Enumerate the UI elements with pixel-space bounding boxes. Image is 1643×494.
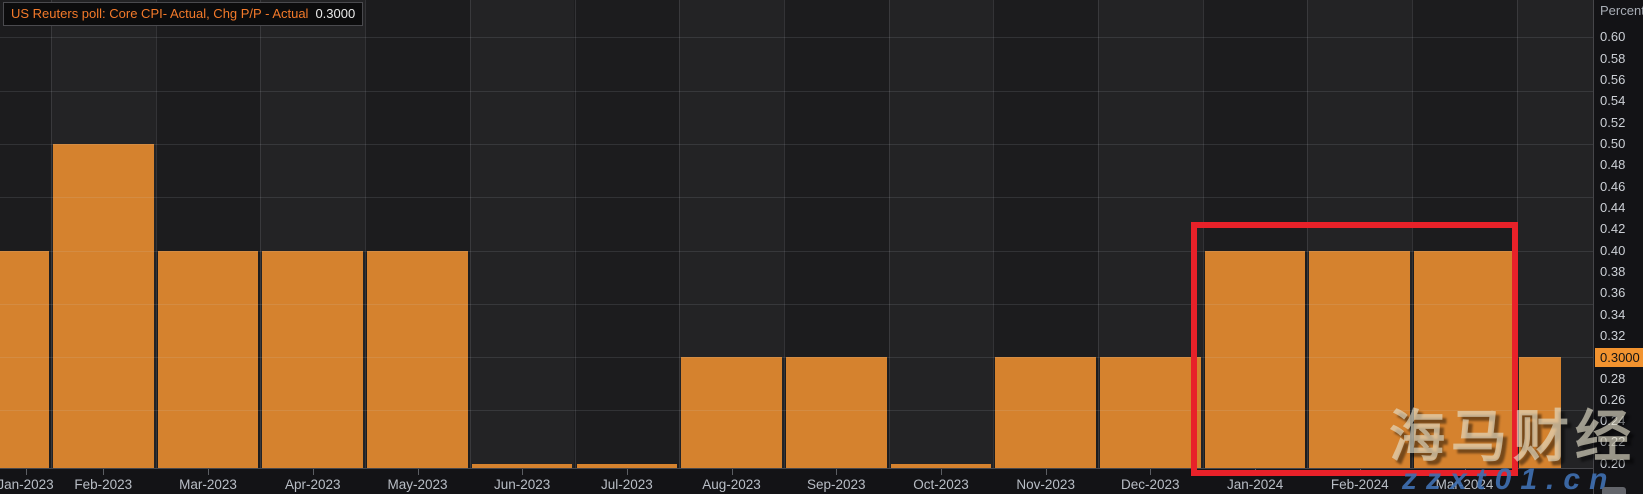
x-axis-tick bbox=[941, 469, 942, 475]
watermark-site: zzxt01.cn bbox=[1402, 463, 1616, 494]
v-gridline bbox=[679, 0, 680, 468]
v-gridline bbox=[470, 0, 471, 468]
y-tick-label: 0.56 bbox=[1600, 72, 1625, 88]
v-gridline bbox=[260, 0, 261, 468]
month-label: Jul-2023 bbox=[601, 477, 653, 492]
series-legend[interactable]: US Reuters poll: Core CPI- Actual, Chg P… bbox=[3, 2, 363, 26]
month-label: Mar-2023 bbox=[179, 477, 237, 492]
y-tick-label: 0.34 bbox=[1600, 307, 1625, 323]
month-label: Apr-2023 bbox=[285, 477, 341, 492]
y-tick-label: 0.46 bbox=[1600, 179, 1625, 195]
y-tick-label: 0.38 bbox=[1600, 264, 1625, 280]
month-label: Sep-2023 bbox=[807, 477, 866, 492]
month-label: Jan-2024 bbox=[1227, 477, 1283, 492]
y-tick-label: 0.36 bbox=[1600, 285, 1625, 301]
y-tick-label: 0.60 bbox=[1600, 29, 1625, 45]
y-tick-label: 0.50 bbox=[1600, 136, 1625, 152]
month-label: Nov-2023 bbox=[1016, 477, 1075, 492]
y-tick-label: 0.44 bbox=[1600, 200, 1625, 216]
bar bbox=[53, 144, 154, 468]
v-gridline bbox=[1098, 0, 1099, 468]
y-tick-label: 0.42 bbox=[1600, 221, 1625, 237]
h-gridline bbox=[0, 197, 1593, 198]
y-tick-label: 0.40 bbox=[1600, 243, 1625, 259]
h-gridline bbox=[0, 144, 1593, 145]
x-axis-tick bbox=[1046, 469, 1047, 475]
x-axis-tick bbox=[627, 469, 628, 475]
y-tick-label: 0.28 bbox=[1600, 371, 1625, 387]
month-label: Dec-2023 bbox=[1121, 477, 1180, 492]
y-tick-label: 0.32 bbox=[1600, 328, 1625, 344]
x-axis-tick bbox=[732, 469, 733, 475]
month-label: Feb-2023 bbox=[74, 477, 132, 492]
series-legend-label: US Reuters poll: Core CPI- Actual, Chg P… bbox=[11, 6, 308, 21]
watermark-cn: 海马财经 bbox=[1389, 392, 1637, 473]
x-axis-tick bbox=[208, 469, 209, 475]
bar bbox=[681, 357, 782, 468]
scrollbar-chip[interactable] bbox=[1602, 487, 1626, 494]
month-label: May-2023 bbox=[387, 477, 447, 492]
bar bbox=[1100, 357, 1201, 468]
bar bbox=[786, 357, 887, 468]
month-column bbox=[470, 0, 575, 468]
series-legend-value: 0.3000 bbox=[315, 6, 355, 21]
bar bbox=[158, 251, 259, 469]
v-gridline bbox=[889, 0, 890, 468]
v-gridline bbox=[365, 0, 366, 468]
h-gridline bbox=[0, 91, 1593, 92]
x-axis-tick bbox=[836, 469, 837, 475]
x-axis-tick bbox=[418, 469, 419, 475]
x-axis-tick bbox=[313, 469, 314, 475]
month-label: Jan-2023 bbox=[0, 477, 54, 492]
month-label: Jun-2023 bbox=[494, 477, 550, 492]
month-label: Aug-2023 bbox=[702, 477, 761, 492]
month-label: Feb-2024 bbox=[1331, 477, 1389, 492]
x-axis-tick bbox=[103, 469, 104, 475]
v-gridline bbox=[575, 0, 576, 468]
month-column bbox=[575, 0, 680, 468]
y-tick-label: 0.54 bbox=[1600, 93, 1625, 109]
terminal-chart: US Reuters poll: Core CPI- Actual, Chg P… bbox=[0, 0, 1643, 494]
v-gridline bbox=[993, 0, 994, 468]
h-gridline bbox=[0, 37, 1593, 38]
y-tick-label: 0.52 bbox=[1600, 115, 1625, 131]
y-axis-title: Percent bbox=[1600, 3, 1643, 18]
v-gridline bbox=[51, 0, 52, 468]
bar bbox=[367, 251, 468, 469]
v-gridline bbox=[156, 0, 157, 468]
y-tick-label: 0.48 bbox=[1600, 157, 1625, 173]
y-tick-label: 0.58 bbox=[1600, 51, 1625, 67]
bar bbox=[262, 251, 363, 469]
month-label: Oct-2023 bbox=[913, 477, 969, 492]
month-column bbox=[889, 0, 994, 468]
bar bbox=[995, 357, 1096, 468]
current-value-badge: 0.3000 bbox=[1595, 348, 1643, 367]
x-axis-tick bbox=[522, 469, 523, 475]
v-gridline bbox=[784, 0, 785, 468]
x-axis-tick bbox=[26, 469, 27, 475]
bar bbox=[0, 251, 49, 469]
x-axis-tick bbox=[1150, 469, 1151, 475]
